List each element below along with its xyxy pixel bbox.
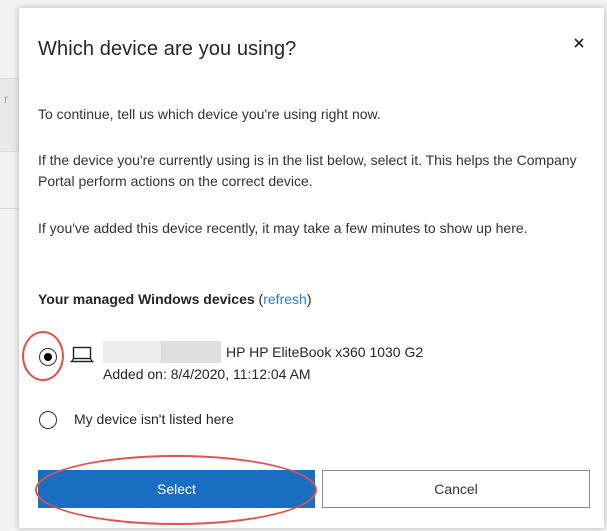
- instruction-paragraph: If the device you're currently using is …: [38, 152, 577, 189]
- device-not-listed-label[interactable]: My device isn't listed here: [74, 411, 234, 427]
- cancel-button[interactable]: Cancel: [322, 470, 590, 508]
- delay-note-paragraph: If you've added this device recently, it…: [38, 220, 528, 236]
- device-added-date: Added on: 8/4/2020, 11:12:04 AM: [103, 366, 311, 382]
- refresh-close-paren: ): [306, 291, 312, 307]
- laptop-icon: [70, 346, 94, 363]
- redacted-device-label: [103, 341, 221, 363]
- select-button[interactable]: Select: [38, 470, 315, 508]
- managed-devices-heading-text: Your managed Windows devices: [38, 291, 255, 307]
- managed-devices-heading: Your managed Windows devices (refresh): [38, 291, 311, 307]
- device-name[interactable]: HP HP EliteBook x360 1030 G2: [226, 344, 423, 360]
- dialog-title: Which device are you using?: [38, 38, 297, 60]
- close-button[interactable]: [568, 32, 590, 54]
- refresh-open-paren: (: [254, 291, 264, 307]
- intro-paragraph: To continue, tell us which device you're…: [38, 106, 381, 122]
- close-icon: [574, 38, 584, 48]
- device-not-listed-radio[interactable]: [39, 411, 57, 429]
- refresh-link[interactable]: refresh: [263, 291, 307, 307]
- device-radio-button[interactable]: [39, 348, 57, 366]
- background-text: r: [4, 92, 8, 106]
- device-selection-dialog: Which device are you using? To continue,…: [19, 8, 604, 528]
